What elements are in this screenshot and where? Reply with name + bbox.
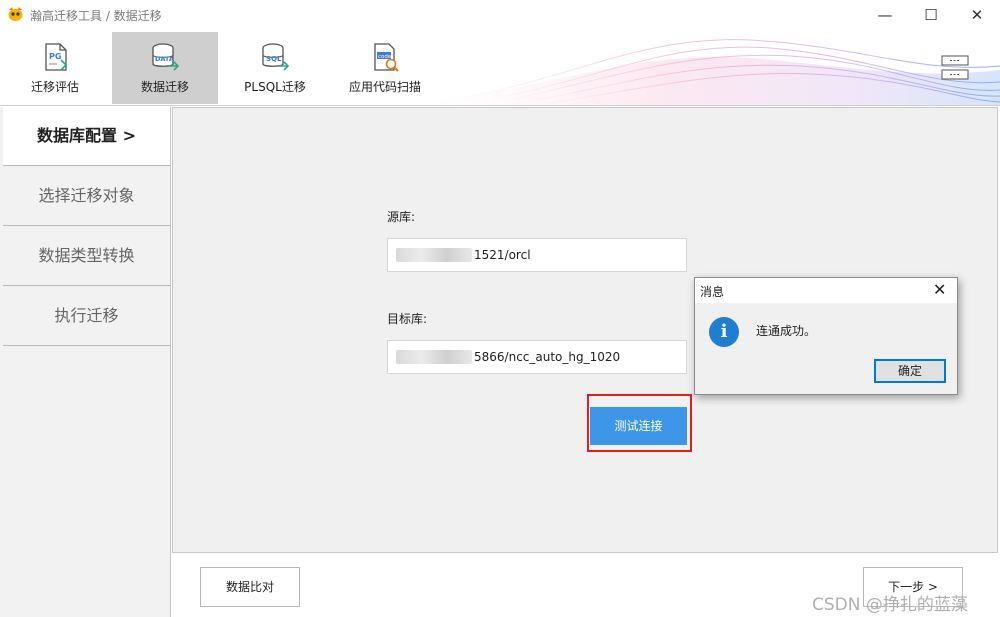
redacted-host [396,350,472,364]
toolbar-label: 迁移评估 [30,80,79,94]
toolbar-code-scan[interactable]: code 应用代码扫描 [334,32,436,104]
sql-database-icon: SQL [262,43,290,71]
dialog-title: 消息 [700,285,725,299]
toolbar-plsql-migration[interactable]: SQL PLSQL迁移 [226,32,324,104]
svg-text:SQL: SQL [266,55,282,63]
source-db-value: 1521/orcl [474,248,531,262]
info-icon: i [709,317,739,347]
toolbar-data-migration[interactable]: DATA 数据迁移 [112,32,218,104]
target-db-value: 5866/ncc_auto_hg_1020 [474,350,621,364]
maximize-button[interactable]: ☐ [908,0,954,30]
code-scan-icon: code [374,43,399,72]
main-toolbar: PG 迁移评估 DATA 数据迁移 SQL PLSQL迁移 code 应用代码扫… [0,30,1000,106]
sidebar: 数据库配置 > 选择迁移对象 数据类型转换 执行迁移 [0,107,171,617]
target-db-field[interactable]: 5866/ncc_auto_hg_1020 [387,340,687,374]
sidebar-item-execute-migration[interactable]: 执行迁移 [3,287,170,346]
title-bar: 瀚高迁移工具 / 数据迁移 — ☐ ✕ [0,0,1000,30]
svg-text:DATA: DATA [155,55,174,63]
pg-file-icon: PG [45,43,68,71]
decorative-wave-banner [430,39,1000,105]
toolbar-label: 应用代码扫描 [348,80,421,94]
sidebar-item-select-objects[interactable]: 选择迁移对象 [3,167,170,226]
data-database-icon: DATA [152,43,180,71]
dialog-title-bar: 消息 ✕ [695,278,957,303]
target-db-label: 目标库: [387,312,428,326]
dialog-message: 连通成功。 [756,324,817,338]
window-title: 瀚高迁移工具 / 数据迁移 [30,9,162,23]
toolbar-label: PLSQL迁移 [244,80,306,94]
app-logo-icon [8,7,23,21]
dialog-ok-button[interactable]: 确定 [874,359,946,383]
svg-text:PG: PG [49,52,61,61]
menu-icon[interactable] [941,54,969,82]
toolbar-label: 数据迁移 [140,80,189,94]
redacted-host [396,248,472,262]
toolbar-migration-assessment[interactable]: PG 迁移评估 [3,32,107,104]
sidebar-item-type-conversion[interactable]: 数据类型转换 [3,227,170,286]
source-db-label: 源库: [387,210,416,224]
dialog-close-button[interactable]: ✕ [933,280,946,299]
message-dialog: 消息 ✕ i 连通成功。 确定 [694,277,958,395]
sidebar-item-database-config[interactable]: 数据库配置 > [3,107,170,166]
test-connection-button[interactable]: 测试连接 [590,407,687,445]
source-db-field[interactable]: 1521/orcl [387,238,687,272]
minimize-button[interactable]: — [862,0,908,30]
watermark: CSDN @挣扎的蓝藻 [812,595,968,615]
close-window-button[interactable]: ✕ [954,0,1000,30]
data-compare-button[interactable]: 数据比对 [200,567,300,607]
